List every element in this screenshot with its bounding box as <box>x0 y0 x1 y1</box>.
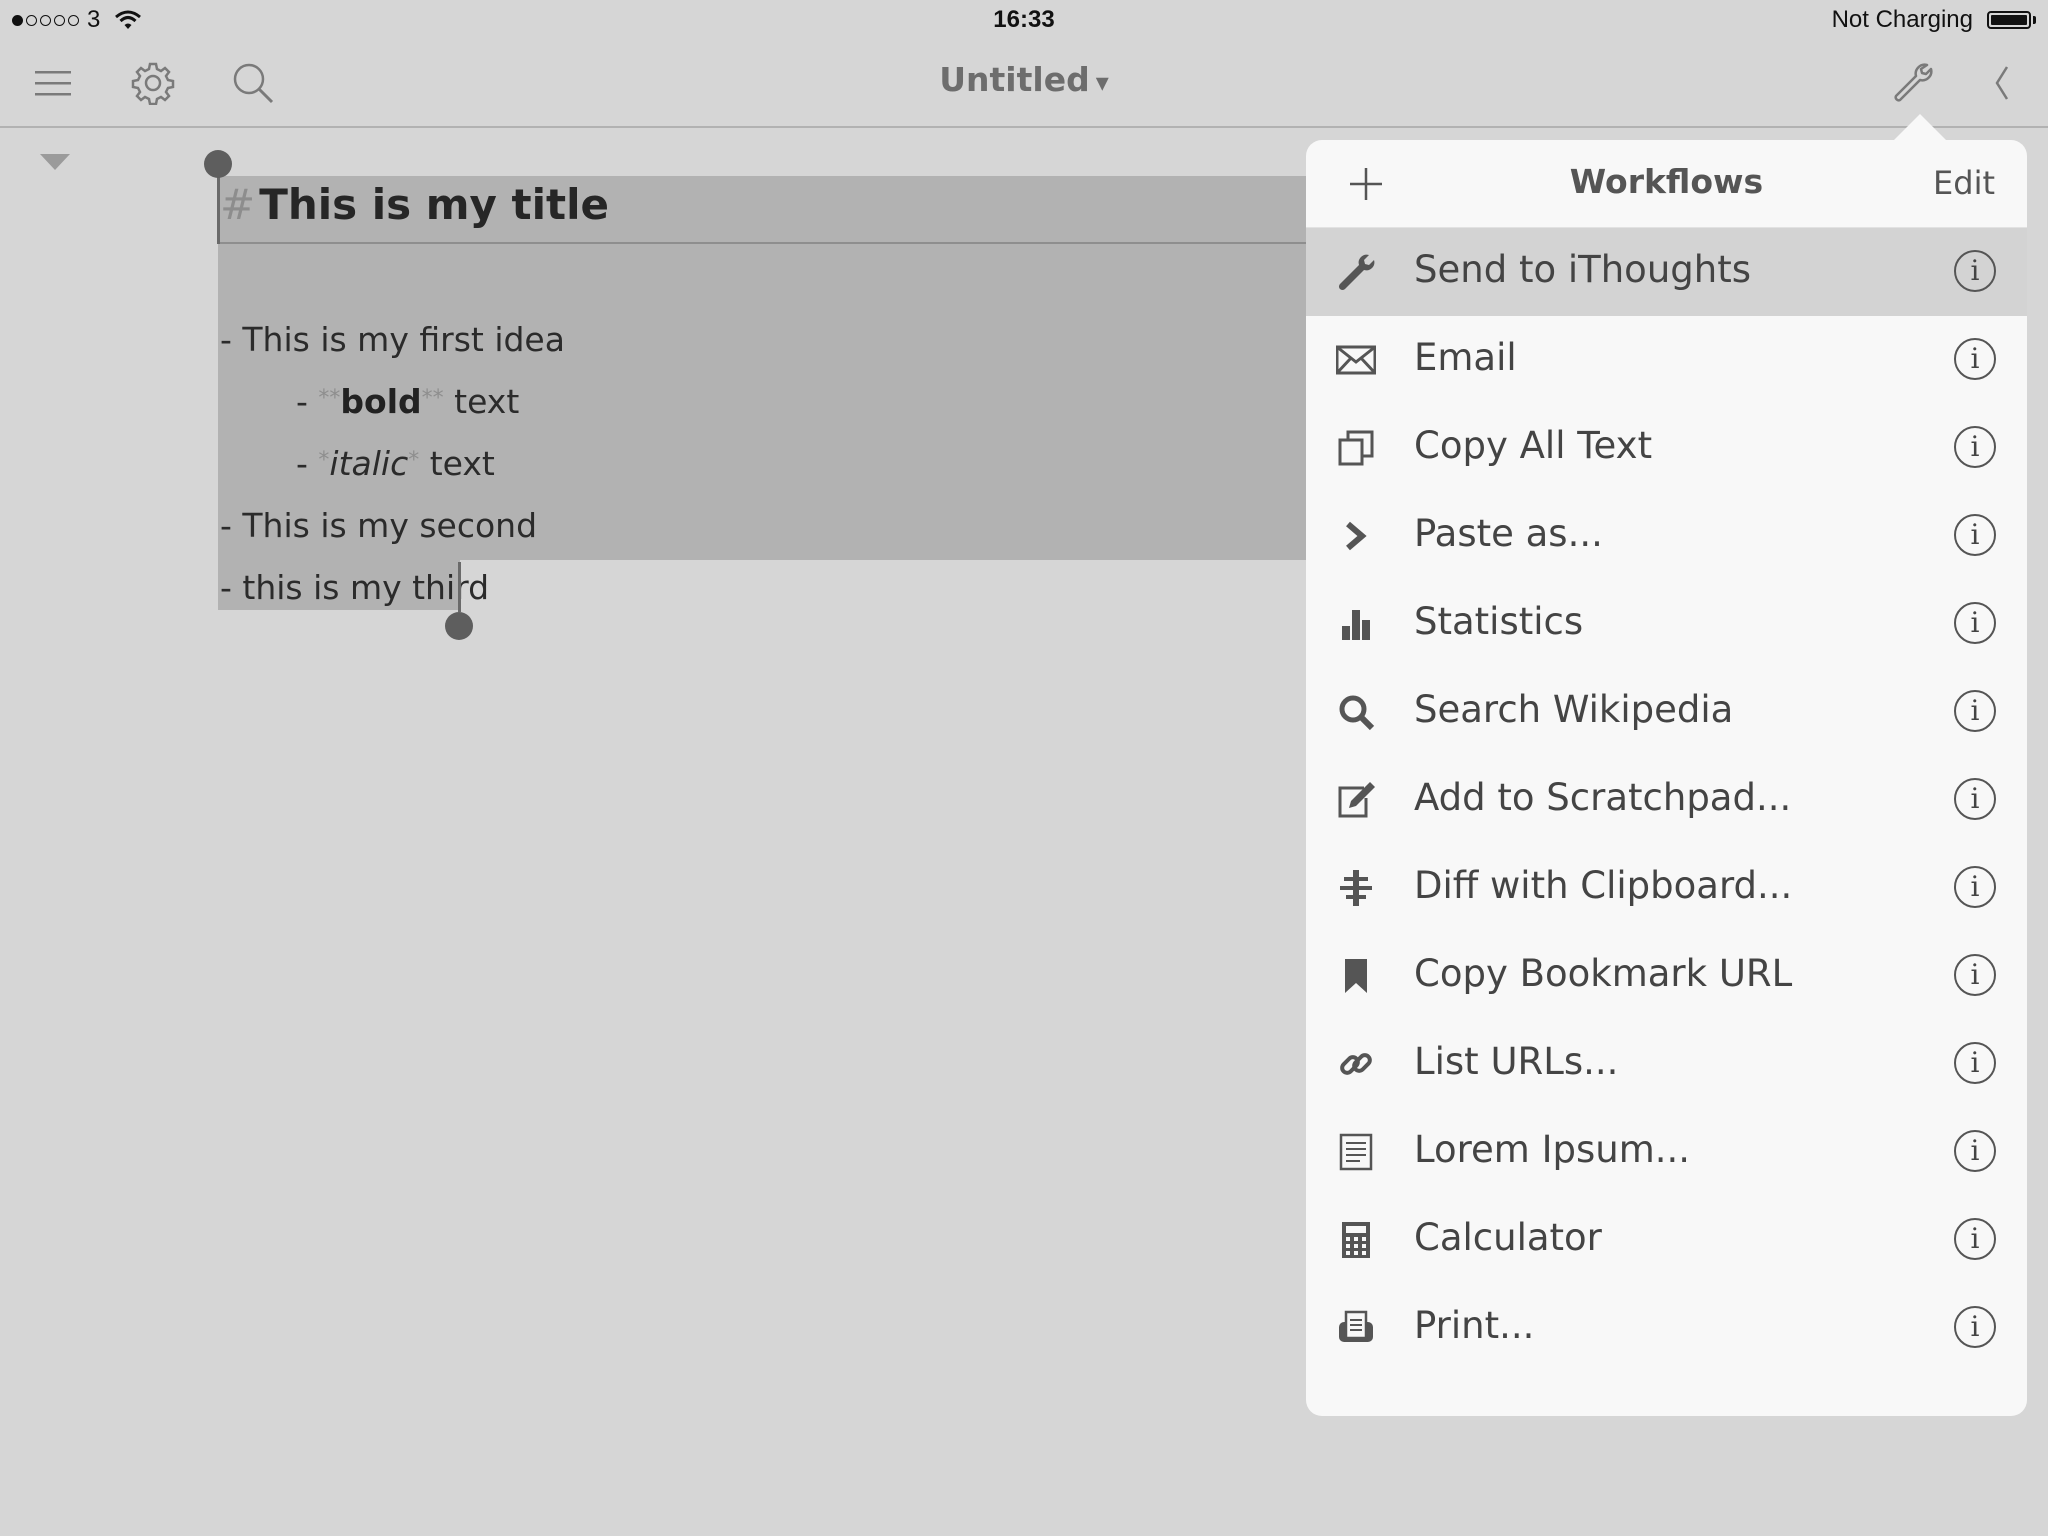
workflow-label: Lorem Ipsum... <box>1414 1128 1691 1171</box>
workflow-row[interactable]: Search Wikipedia i <box>1306 668 2027 756</box>
info-button[interactable]: i <box>1954 338 1996 380</box>
heading-text: This is my title <box>259 180 609 229</box>
italic-marker-close: * <box>408 448 420 473</box>
info-button[interactable]: i <box>1954 1130 1996 1172</box>
chevron-left-icon <box>1995 66 2009 100</box>
edit-button[interactable]: Edit <box>1933 164 1995 202</box>
popover-arrow <box>1893 114 1947 141</box>
toolbar: Untitled ▾ <box>0 40 2048 128</box>
title-dropdown-caret-icon: ▾ <box>1095 68 1109 98</box>
line2-dash: - <box>296 382 319 421</box>
text-line-5[interactable]: - this is my third <box>220 568 489 607</box>
copy-icon <box>1338 430 1374 466</box>
back-button[interactable] <box>1978 58 2028 108</box>
fold-triangle-icon[interactable] <box>40 154 70 170</box>
wrench-icon <box>1894 63 1933 102</box>
line3-rest: text <box>419 444 495 483</box>
bold-text: bold <box>340 382 422 421</box>
workflow-label: Copy Bookmark URL <box>1414 952 1793 995</box>
info-button[interactable]: i <box>1954 1306 1996 1348</box>
bold-marker-close: ** <box>421 386 444 411</box>
info-button[interactable]: i <box>1954 1218 1996 1260</box>
workflow-row[interactable]: Copy Bookmark URL i <box>1306 932 2027 1020</box>
document-title: Untitled <box>939 60 1090 99</box>
workflow-row[interactable]: Copy All Text i <box>1306 404 2027 492</box>
info-button[interactable]: i <box>1954 426 1996 468</box>
workflow-row[interactable]: Diff with Clipboard... i <box>1306 844 2027 932</box>
battery-status-label: Not Charging <box>1831 6 1973 33</box>
workflow-row[interactable]: Calculator i <box>1306 1196 2027 1284</box>
document-title-button[interactable]: Untitled ▾ <box>0 60 2048 99</box>
workflow-row[interactable]: Lorem Ipsum... i <box>1306 1108 2027 1196</box>
workflow-list: Send to iThoughts i Email i Copy All Tex… <box>1306 228 2027 1372</box>
status-time: 16:33 <box>993 6 1055 33</box>
text-line-4[interactable]: - This is my second <box>220 506 537 545</box>
workflow-row[interactable]: List URLs... i <box>1306 1020 2027 1108</box>
battery-icon <box>1987 11 2036 29</box>
editor-area[interactable]: #This is my title - This is my first ide… <box>0 128 1306 1536</box>
workflow-label: Email <box>1414 336 1517 379</box>
edit-icon <box>1338 782 1375 818</box>
line3-dash: - <box>296 444 319 483</box>
italic-marker-open: * <box>318 448 330 473</box>
info-button[interactable]: i <box>1954 514 1996 556</box>
screen: 3 16:33 Not Charging Untitled ▾ #This is… <box>0 0 2048 1536</box>
workflow-row[interactable]: Send to iThoughts i <box>1306 228 2027 316</box>
calculator-icon <box>1342 1222 1370 1258</box>
heading-line[interactable]: #This is my title <box>220 180 609 229</box>
wrench-icon <box>1338 254 1375 291</box>
info-button[interactable]: i <box>1954 954 1996 996</box>
status-right: Not Charging <box>1832 6 2036 34</box>
info-button[interactable]: i <box>1954 1042 1996 1084</box>
search-icon <box>1339 695 1375 731</box>
workflow-label: Print... <box>1414 1304 1535 1347</box>
workflow-row[interactable]: Paste as... i <box>1306 492 2027 580</box>
info-button[interactable]: i <box>1954 250 1996 292</box>
selection-start-handle[interactable] <box>204 150 232 178</box>
popover-header: Workflows Edit <box>1306 140 2027 228</box>
italic-text: italic <box>329 444 409 483</box>
workflow-label: Add to Scratchpad... <box>1414 776 1792 819</box>
workflow-row[interactable]: Email i <box>1306 316 2027 404</box>
document-lines-icon <box>1339 1133 1373 1171</box>
info-button[interactable]: i <box>1954 690 1996 732</box>
printer-icon <box>1339 1310 1373 1342</box>
chevron-right-icon <box>1346 521 1367 551</box>
envelope-icon <box>1336 345 1376 375</box>
workflow-row[interactable]: Print... i <box>1306 1284 2027 1372</box>
workflow-label: Diff with Clipboard... <box>1414 864 1793 907</box>
popover-title: Workflows <box>1569 162 1764 201</box>
diff-icon <box>1340 870 1372 906</box>
text-line-3[interactable]: - *italic* text <box>296 444 495 483</box>
workflow-label: Statistics <box>1414 600 1584 643</box>
info-button[interactable]: i <box>1954 778 1996 820</box>
workflow-row[interactable]: Add to Scratchpad... i <box>1306 756 2027 844</box>
workflow-label: List URLs... <box>1414 1040 1619 1083</box>
heading-marker: # <box>220 180 256 229</box>
workflow-label: Search Wikipedia <box>1414 688 1734 731</box>
text-line-2[interactable]: - **bold** text <box>296 382 519 421</box>
info-button[interactable]: i <box>1954 602 1996 644</box>
workflow-label: Paste as... <box>1414 512 1603 555</box>
workflows-popover: Workflows Edit Send to iThoughts i Email… <box>1306 140 2027 1416</box>
workflow-label: Calculator <box>1414 1216 1602 1259</box>
bar-chart-icon <box>1342 610 1370 640</box>
info-button[interactable]: i <box>1954 866 1996 908</box>
workflow-label: Send to iThoughts <box>1414 248 1751 291</box>
text-line-1[interactable]: - This is my first idea <box>220 320 565 359</box>
workflows-button[interactable] <box>1888 58 1938 108</box>
line2-rest: text <box>443 382 520 421</box>
workflow-label: Copy All Text <box>1414 424 1653 467</box>
selection-end-caret <box>458 562 461 612</box>
bold-marker-open: ** <box>318 386 341 411</box>
bookmark-icon <box>1345 959 1367 993</box>
selection-end-handle[interactable] <box>445 612 473 640</box>
workflow-row[interactable]: Statistics i <box>1306 580 2027 668</box>
link-icon <box>1340 1053 1372 1075</box>
status-bar: 3 16:33 Not Charging <box>0 0 2048 40</box>
